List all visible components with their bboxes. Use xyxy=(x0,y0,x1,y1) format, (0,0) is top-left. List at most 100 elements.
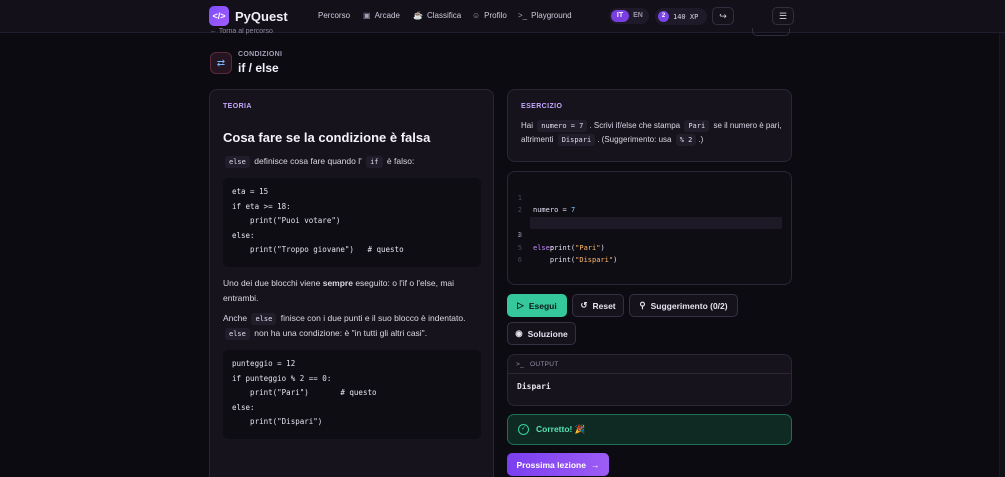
nav-playground-label: Playground xyxy=(531,11,572,20)
nav-profilo[interactable]: ☺ Profilo xyxy=(472,11,507,20)
code-editor[interactable]: 1 numero = 7 2 if numero % 2 == 0: 3 pri… xyxy=(507,171,792,285)
inline-code: Pari xyxy=(684,120,710,132)
bold-text: sempre xyxy=(322,278,353,288)
nav-playground[interactable]: >_ Playground xyxy=(518,11,572,20)
terminal-icon: >_ xyxy=(518,11,528,20)
inline-code: Dispari xyxy=(557,134,596,146)
nav-percorso-label: Percorso xyxy=(318,11,351,20)
text: . (Suggerimento: usa xyxy=(597,135,672,144)
reset-button-label: Reset xyxy=(592,300,616,311)
nav-percorso[interactable]: Percorso xyxy=(318,11,350,20)
code-line: if eta >= 18: xyxy=(232,201,291,211)
inline-code: if xyxy=(366,156,383,168)
text: Uno dei due blocchi viene xyxy=(223,278,323,288)
editor-line[interactable]: 1 numero = 7 xyxy=(508,179,791,215)
nav-arcade[interactable]: ▣ Arcade xyxy=(363,11,400,20)
page-scrollbar[interactable] xyxy=(999,33,1005,477)
next-lesson-button[interactable]: Prossima lezione → xyxy=(507,453,609,476)
logout-button[interactable]: ↪ xyxy=(712,7,734,25)
success-message: ✓ Corretto! 🎉 xyxy=(507,414,792,445)
nav-arcade-label: Arcade xyxy=(374,11,400,20)
next-lesson-label: Prossima lezione xyxy=(516,459,586,470)
text: Hai xyxy=(521,121,534,130)
code-line: punteggio = 12 xyxy=(232,359,296,368)
output-header: >_ OUTPUT xyxy=(508,355,791,374)
code-example-2: punteggio = 12 if punteggio % 2 == 0: pr… xyxy=(223,350,481,439)
inline-code: else xyxy=(225,328,250,340)
back-link-label: ← Torna al percorso xyxy=(210,28,273,35)
code-line: print("Pari") # questo xyxy=(232,388,377,397)
code-line: print("Troppo giovane") # questo xyxy=(232,245,404,254)
nav-profilo-label: Profilo xyxy=(484,11,507,20)
theory-paragraph-2: Uno dei due blocchi viene sempre eseguit… xyxy=(223,276,485,306)
menu-button[interactable]: ☰ xyxy=(772,7,794,25)
trophy-icon: ☕ xyxy=(413,11,423,20)
text: .) xyxy=(698,135,704,144)
exercise-card: ESERCIZIO Hai numero = 7. Scrivi if/else… xyxy=(507,89,792,162)
code-example-1: eta = 15 if eta >= 18: print("Puoi votar… xyxy=(223,178,481,267)
output-panel: >_ OUTPUT Dispari xyxy=(507,354,792,406)
back-link[interactable]: ← Torna al percorso xyxy=(210,28,273,35)
exercise-description: Hai numero = 7. Scrivi if/else che stamp… xyxy=(521,119,783,147)
inline-code: numero = 7 xyxy=(537,120,588,132)
arrow-right-icon: → xyxy=(590,459,600,470)
play-icon: ▷ xyxy=(517,300,524,310)
logout-icon: ↪ xyxy=(719,10,727,21)
lesson-counter-pill xyxy=(752,28,790,36)
code-line: eta = 15 xyxy=(232,187,269,196)
lightbulb-icon: ⚲ xyxy=(639,300,646,310)
output-label: OUTPUT xyxy=(530,360,559,368)
editor-line[interactable]: 6 xyxy=(508,242,791,264)
lang-en-button[interactable]: EN xyxy=(629,10,647,22)
terminal-icon: >_ xyxy=(516,360,525,368)
code-line: else: xyxy=(232,230,255,240)
hint-button-label: Suggerimento (0/2) xyxy=(650,300,728,311)
user-icon: ☺ xyxy=(472,11,481,20)
success-text: Corretto! 🎉 xyxy=(536,424,586,434)
text: . Scrivi if/else che stampa xyxy=(589,121,681,130)
nav-classifica-label: Classifica xyxy=(426,11,462,20)
code-line: if punteggio % 2 == 0: xyxy=(232,373,332,383)
check-circle-icon: ✓ xyxy=(518,424,529,435)
editor-line-current[interactable]: 3 print("Pari") xyxy=(508,204,791,252)
hint-button[interactable]: ⚲ Suggerimento (0/2) xyxy=(629,294,738,317)
text: è falso: xyxy=(386,156,415,166)
theory-card: TEORIA Cosa fare se la condizione è fals… xyxy=(209,89,494,477)
topic-category: CONDIZIONI xyxy=(238,51,283,58)
inline-code: else xyxy=(251,313,277,325)
inline-code: % 2 xyxy=(675,134,697,146)
nav-classifica[interactable]: ☕ Classifica xyxy=(413,11,461,20)
text: non ha una condizione: è "in tutti gli a… xyxy=(254,328,428,338)
code-line: print("Dispari") xyxy=(232,417,323,426)
theory-title: Cosa fare se la condizione è falsa xyxy=(223,130,431,145)
level-badge: 2 xyxy=(658,11,669,22)
code-line: print("Puoi votare") xyxy=(232,216,341,225)
eye-icon: ◉ xyxy=(515,328,523,338)
reset-icon: ↺ xyxy=(580,300,588,310)
editor-line[interactable]: 2 if numero % 2 == 0: xyxy=(508,192,791,227)
theory-paragraph-1: else definisce cosa fare quando l' if è … xyxy=(223,154,485,169)
text: definisce cosa fare quando l' xyxy=(254,156,362,166)
editor-line[interactable]: 5 print("Dispari") xyxy=(508,229,791,265)
solution-button[interactable]: ◉ Soluzione xyxy=(507,322,576,345)
page-title: if / else xyxy=(238,61,279,75)
exercise-label: ESERCIZIO xyxy=(521,103,563,110)
xp-indicator[interactable]: 2 140 XP xyxy=(655,8,707,25)
lang-it-button[interactable]: IT xyxy=(611,10,629,22)
theory-paragraph-3: Anche else finisce con i due punti e il … xyxy=(223,311,485,341)
language-switch: IT EN xyxy=(609,8,649,24)
editor-line[interactable]: 4 else: xyxy=(508,217,791,252)
shuffle-icon: ⇄ xyxy=(210,52,232,74)
code-line: else: xyxy=(232,402,255,412)
run-button[interactable]: ▷ Esegui xyxy=(507,294,567,317)
theory-label: TEORIA xyxy=(223,103,252,110)
top-navbar: </> PyQuest Percorso ▣ Arcade ☕ Classifica… xyxy=(0,0,1005,33)
inline-code: else xyxy=(225,156,250,168)
line-number: 6 xyxy=(517,256,522,264)
brand-name[interactable]: PyQuest xyxy=(235,9,288,24)
text: Anche xyxy=(223,313,248,323)
run-button-label: Esegui xyxy=(528,300,557,311)
xp-value: 140 XP xyxy=(673,12,699,21)
logo-icon[interactable]: </> xyxy=(209,6,229,26)
reset-button[interactable]: ↺ Reset xyxy=(572,294,624,317)
